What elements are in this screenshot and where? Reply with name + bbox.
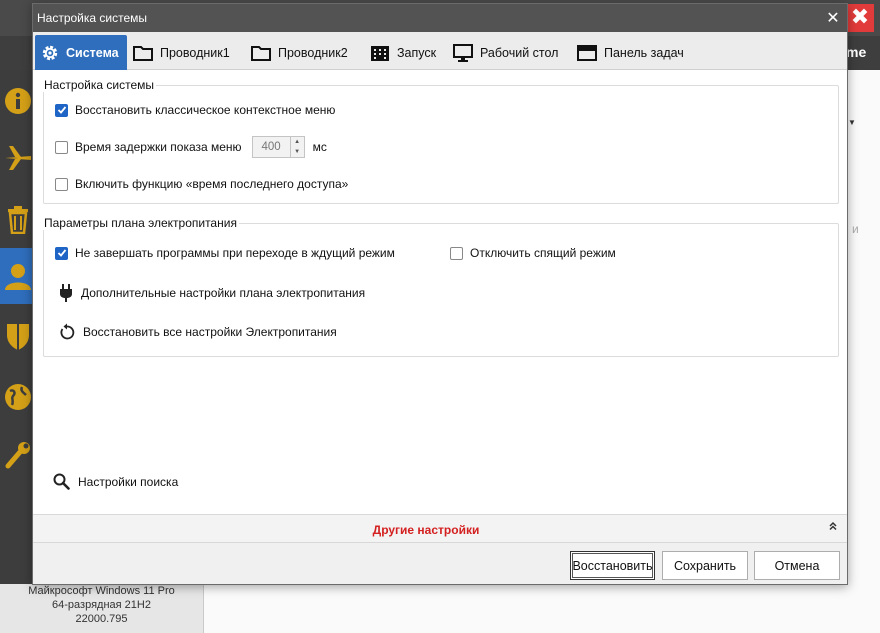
restore-icon — [59, 323, 75, 341]
sidebar-item-shield[interactable] — [0, 311, 36, 361]
tab-desktop[interactable]: Рабочий стол — [453, 35, 558, 70]
monitor-icon — [453, 43, 473, 62]
disable-sleep-option[interactable]: Отключить спящий режим — [450, 246, 616, 260]
tab-label: Запуск — [397, 45, 437, 60]
no-close-programs-option[interactable]: Не завершать программы при переходе в жд… — [55, 246, 395, 260]
search-icon — [53, 473, 70, 490]
folder-icon — [251, 45, 271, 61]
last-access-checkbox[interactable] — [55, 177, 68, 191]
system-settings-dialog: Настройка системы ✕ Система Проводник1 П… — [32, 3, 848, 585]
menu-delay-label: Время задержки показа меню — [75, 140, 242, 154]
background-close-button[interactable]: ✖ — [846, 4, 874, 32]
wrench-icon — [5, 442, 30, 469]
dialog-footer: Восстановить Сохранить Отмена — [33, 543, 847, 584]
tab-taskbar[interactable]: Панель задач — [577, 35, 684, 70]
no-close-programs-checkbox[interactable] — [55, 246, 68, 260]
last-access-label: Включить функцию «время последнего досту… — [75, 177, 349, 191]
other-settings-label[interactable]: Другие настройки — [33, 523, 819, 537]
tab-bar: Система Проводник1 Проводник2 Запуск Раб… — [33, 32, 847, 70]
tab-explorer2[interactable]: Проводник2 — [251, 35, 348, 70]
stepper-buttons: ▲ ▼ — [289, 137, 304, 157]
search-settings-label: Настройки поиска — [78, 474, 179, 489]
collapse-chevron-icon[interactable] — [828, 521, 838, 534]
tab-label: Проводник2 — [278, 45, 348, 60]
plug-icon — [59, 283, 73, 303]
restore-power-settings-label: Восстановить все настройки Электропитани… — [83, 325, 337, 339]
tab-label: Панель задач — [604, 45, 684, 60]
tab-startup[interactable]: Запуск — [370, 35, 436, 70]
other-settings-bar[interactable]: Другие настройки — [33, 514, 847, 543]
folder-icon — [133, 45, 153, 61]
stepper-down-icon[interactable]: ▼ — [291, 147, 304, 157]
menu-delay-option[interactable]: Время задержки показа меню 400 ▲ ▼ мс — [55, 136, 327, 158]
sidebar-item-plane[interactable] — [0, 133, 36, 183]
user-icon — [5, 264, 31, 290]
dialog-close-button[interactable]: ✕ — [823, 8, 843, 28]
sidebar-item-trash[interactable] — [0, 194, 36, 244]
power-group-title: Параметры плана электропитания — [42, 216, 239, 230]
disable-sleep-label: Отключить спящий режим — [470, 246, 616, 260]
os-build: 22000.795 — [75, 613, 128, 625]
cancel-button[interactable]: Отмена — [754, 551, 840, 580]
tab-label: Рабочий стол — [480, 45, 559, 60]
tab-content-system: Настройка системы Восстановить классичес… — [33, 70, 847, 514]
tab-system[interactable]: Система — [35, 35, 127, 70]
sidebar-item-user[interactable] — [0, 248, 36, 304]
sidebar-item-wrench[interactable] — [0, 430, 36, 480]
background-sidebar — [0, 70, 36, 633]
stepper-up-icon[interactable]: ▲ — [291, 137, 304, 147]
restore-button[interactable]: Восстановить — [570, 551, 655, 580]
advanced-power-settings-link[interactable]: Дополнительные настройки плана электропи… — [59, 283, 365, 303]
info-icon — [5, 88, 31, 114]
no-close-programs-label: Не завершать программы при переходе в жд… — [75, 246, 395, 260]
os-info-panel: Майкрософт Windows 11 Pro 64-разрядная 2… — [0, 584, 204, 633]
tab-label: Проводник1 — [160, 45, 230, 60]
menu-delay-value[interactable]: 400 — [253, 137, 290, 157]
taskbar-icon — [577, 44, 597, 61]
menu-delay-stepper[interactable]: 400 ▲ ▼ — [251, 136, 305, 158]
background-faint-text: и — [852, 222, 859, 236]
restore-power-settings-link[interactable]: Восстановить все настройки Электропитани… — [59, 323, 337, 341]
menu-delay-checkbox[interactable] — [55, 140, 68, 154]
shield-icon — [7, 324, 29, 350]
restore-context-menu-checkbox[interactable] — [55, 103, 68, 117]
restore-context-menu-option[interactable]: Восстановить классическое контекстное ме… — [55, 103, 335, 117]
sidebar-item-globe[interactable] — [0, 372, 36, 422]
tab-explorer1[interactable]: Проводник1 — [133, 35, 230, 70]
disable-sleep-checkbox[interactable] — [450, 246, 463, 260]
plane-icon — [5, 146, 31, 170]
search-settings-link[interactable]: Настройки поиска — [53, 473, 178, 490]
system-group-title: Настройка системы — [42, 78, 157, 92]
trash-icon — [8, 206, 28, 234]
dialog-title: Настройка системы — [37, 11, 148, 25]
globe-icon — [5, 384, 31, 410]
menu-delay-unit: мс — [312, 140, 327, 154]
advanced-power-settings-label: Дополнительные настройки плана электропи… — [81, 286, 366, 300]
building-icon — [370, 44, 390, 62]
gear-icon — [41, 44, 59, 62]
background-header-text: me — [846, 44, 867, 60]
save-button[interactable]: Сохранить — [662, 551, 748, 580]
dialog-titlebar: Настройка системы ✕ — [33, 4, 847, 32]
restore-context-menu-label: Восстановить классическое контекстное ме… — [75, 103, 336, 117]
last-access-option[interactable]: Включить функцию «время последнего досту… — [55, 177, 348, 191]
sidebar-item-info[interactable] — [0, 76, 36, 126]
os-architecture: 64-разрядная 21H2 — [52, 599, 151, 611]
background-dropdown-arrow[interactable]: ▼ — [848, 118, 856, 127]
tab-label: Система — [66, 45, 119, 60]
os-name: Майкрософт Windows 11 Pro — [28, 585, 175, 597]
